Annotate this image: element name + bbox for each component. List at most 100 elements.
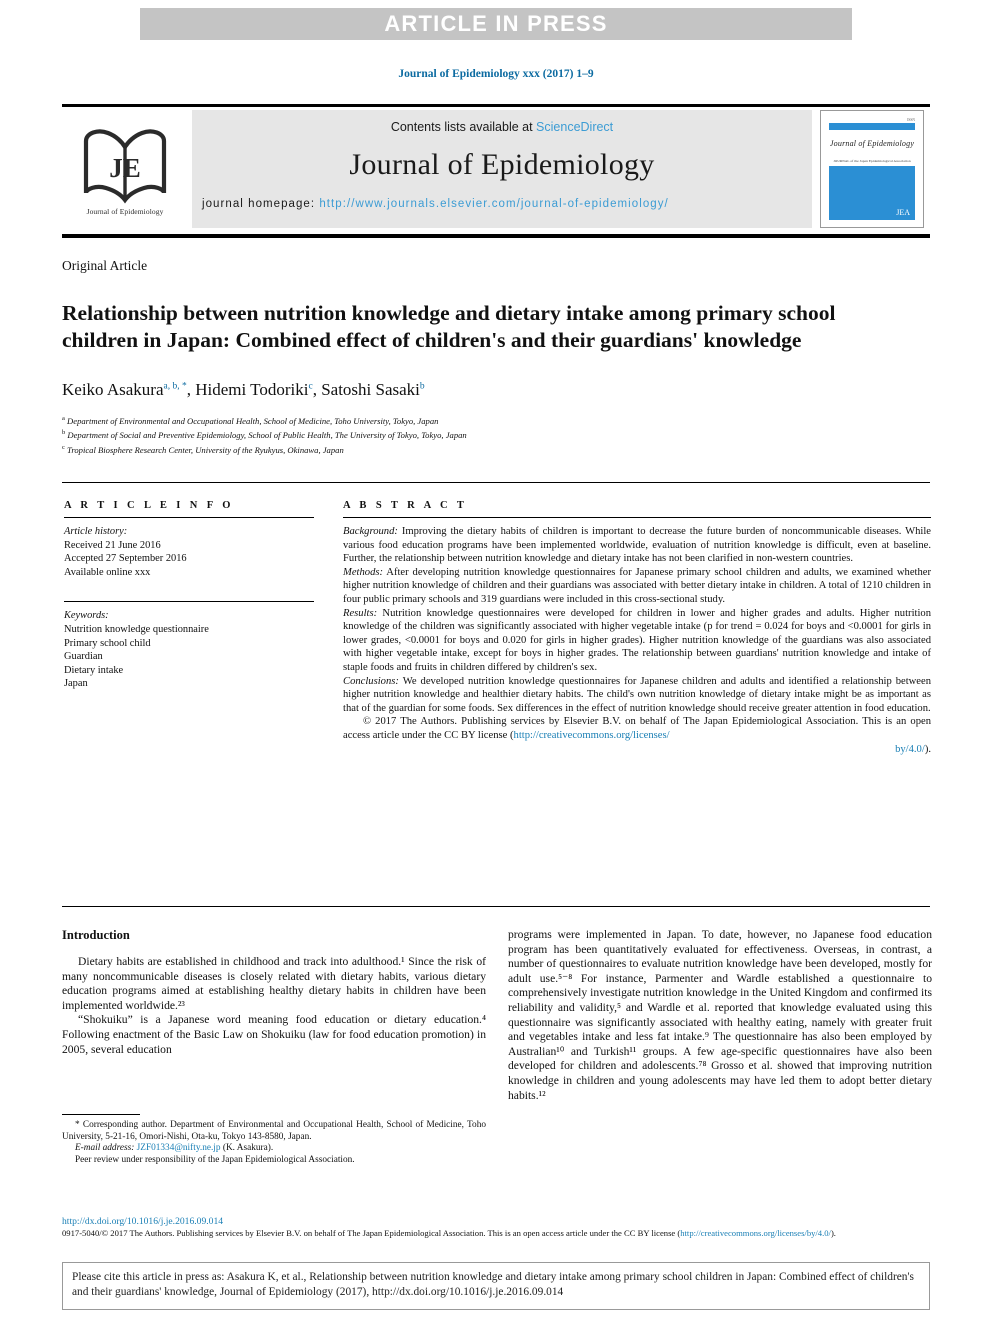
body-column-left: Introduction Dietary habits are establis… [62,928,486,1057]
abstract-copyright: © 2017 The Authors. Publishing services … [343,715,931,742]
cover-emblem: JEA [896,208,910,217]
author-affil-marks: b [419,381,425,392]
article-info-heading: A R T I C L E I N F O [64,500,234,511]
affiliation-list: a Department of Environmental and Occupa… [62,413,882,456]
body-paragraph: programs were implemented in Japan. To d… [508,928,932,1102]
bottom-copyright-text: 0917-5040/© 2017 The Authors. Publishing… [62,1228,681,1239]
cover-top-bar [829,123,915,130]
abstract-text-methods: After developing nutrition knowledge que… [343,566,931,605]
article-in-press-label: ARTICLE IN PRESS [384,11,608,36]
abstract-paragraph-background: Background: Improving the dietary habits… [343,525,931,566]
cover-title: Journal of Epidemiology [829,139,915,148]
contents-lists-prefix: Contents lists available at [390,120,537,134]
abstract-divider [343,517,931,518]
author-name: Keiko Asakura [62,380,164,399]
journal-cover-thumbnail: ISSN Journal of Epidemiology JOURNAL of … [820,110,924,228]
cover-subtitle: JOURNAL of the Japan Epidemiological Ass… [833,159,911,163]
article-history-label: Article history: [64,526,128,537]
article-info-divider [64,517,314,518]
abstract-body: Background: Improving the dietary habits… [343,525,931,756]
svg-text:JE: JE [109,153,141,183]
body-column-right: programs were implemented in Japan. To d… [508,928,932,1103]
author-affil-marks: a, b, * [163,381,187,392]
abstract-paragraph-conclusions: Conclusions: We developed nutrition know… [343,675,931,716]
keywords-label: Keywords: [64,610,109,622]
affiliation-text: Department of Social and Preventive Epid… [67,430,467,441]
affiliation-text: Department of Environmental and Occupati… [67,415,439,426]
article-type-label: Original Article [62,258,148,273]
journal-homepage-line: journal homepage: http://www.journals.el… [202,198,669,210]
abstract-label-conclusions: Conclusions: [343,675,399,687]
keyword-item: Guardian [64,651,103,663]
footnote-email-tail: (K. Asakura). [220,1143,274,1154]
footnote-email-line: E-mail address: JZF01334@nifty.ne.jp (K.… [62,1143,486,1155]
cover-color-block: JEA [829,166,915,220]
abstract-text-background: Improving the dietary habits of children… [343,526,931,565]
je-logo-caption: Journal of Epidemiology [86,206,164,216]
author-affil-marks: c [308,381,313,392]
footnote-peer-review: Peer review under responsibility of the … [75,1154,355,1165]
journal-citation-line: Journal of Epidemiology xxx (2017) 1–9 [398,68,594,80]
abstract-copyright-tail-line: by/4.0/). [343,743,931,757]
cover-issn-label: ISSN [907,118,915,122]
body-paragraph: Dietary habits are established in childh… [62,955,486,1012]
keyword-item: Japan [64,678,88,690]
article-in-press-banner: ARTICLE IN PRESS [140,8,852,40]
journal-masthead: JE Journal of Epidemiology Contents list… [62,104,930,238]
footnote-rule [62,1114,140,1115]
masthead-center-panel: Contents lists available at ScienceDirec… [192,110,812,228]
article-history-item: Available online xxx [64,566,151,578]
open-book-icon: JE [83,128,167,203]
footnote-corresponding-author: * Corresponding author. Department of En… [62,1120,486,1142]
article-info-column: A R T I C L E I N F O Article history: R… [64,500,314,691]
affiliation-mark: c [62,443,65,451]
keyword-item: Primary school child [64,637,151,649]
masthead-top-rule [62,104,930,107]
article-history-item: Received 21 June 2016 [64,539,161,551]
author-name: Hidemi Todoriki [195,380,309,399]
page-title: Relationship between nutrition knowledge… [62,301,836,353]
cite-this-article-box: Please cite this article in press as: As… [62,1262,930,1310]
affiliation-item: b Department of Social and Preventive Ep… [62,427,882,441]
body-paragraph: “Shokuiku” is a Japanese word meaning fo… [62,1013,486,1056]
author-name: Satoshi Sasaki [321,380,420,399]
affiliation-mark: a [62,415,65,422]
affiliation-item: c Tropical Biosphere Research Center, Un… [62,442,882,456]
keywords-block: Keywords: Nutrition knowledge questionna… [64,601,314,691]
masthead-bottom-rule [62,234,930,238]
keyword-item: Nutrition knowledge questionnaire [64,623,209,635]
abstract-text-conclusions: We developed nutrition knowledge questio… [343,675,931,714]
author-list: Keiko Asakuraa, b, *, Hidemi Todorikic, … [62,380,425,399]
homepage-label: journal homepage: [202,198,320,210]
abstract-text-results: Nutrition knowledge questionnaires were … [343,607,931,673]
footnote-block: * Corresponding author. Department of En… [62,1120,486,1166]
journal-title: Journal of Epidemiology [349,148,655,181]
abstract-label-results: Results: [343,607,378,619]
bottom-copyright-tail: ). [830,1228,836,1239]
homepage-url-link[interactable]: http://www.journals.elsevier.com/journal… [319,198,668,210]
keyword-item: Dietary intake [64,664,124,676]
info-band-top-rule [62,482,930,483]
sciencedirect-link[interactable]: ScienceDirect [536,120,613,134]
section-heading-introduction: Introduction [62,928,130,942]
bottom-cc-license-link[interactable]: http://creativecommons.org/licenses/by/4… [680,1228,831,1238]
article-history-block: Article history: Received 21 June 2016 A… [64,525,314,579]
affiliation-text: Tropical Biosphere Research Center, Univ… [67,444,344,455]
abstract-copyright-tail: ). [924,743,931,755]
email-link[interactable]: JZF01334@nifty.ne.jp [137,1143,221,1153]
abstract-heading: A B S T R A C T [343,500,468,511]
cc-license-link-cont[interactable]: by/4.0/ [895,744,925,755]
abstract-label-background: Background: [343,526,398,537]
doi-link[interactable]: http://dx.doi.org/10.1016/j.je.2016.09.0… [62,1216,930,1227]
contents-lists-line: Contents lists available at ScienceDirec… [391,120,613,134]
affiliation-mark: b [62,429,66,437]
bottom-copyright-block: http://dx.doi.org/10.1016/j.je.2016.09.0… [62,1216,930,1240]
abstract-label-methods: Methods: [343,566,384,578]
abstract-paragraph-methods: Methods: After developing nutrition know… [343,566,931,607]
keywords-divider [64,601,314,603]
abstract-column: A B S T R A C T Background: Improving th… [343,500,931,756]
footnote-email-label: E-mail address: [75,1143,135,1154]
affiliation-item: a Department of Environmental and Occupa… [62,413,882,427]
cc-license-link[interactable]: http://creativecommons.org/licenses/ [514,730,670,741]
je-logo: JE Journal of Epidemiology [66,112,184,230]
